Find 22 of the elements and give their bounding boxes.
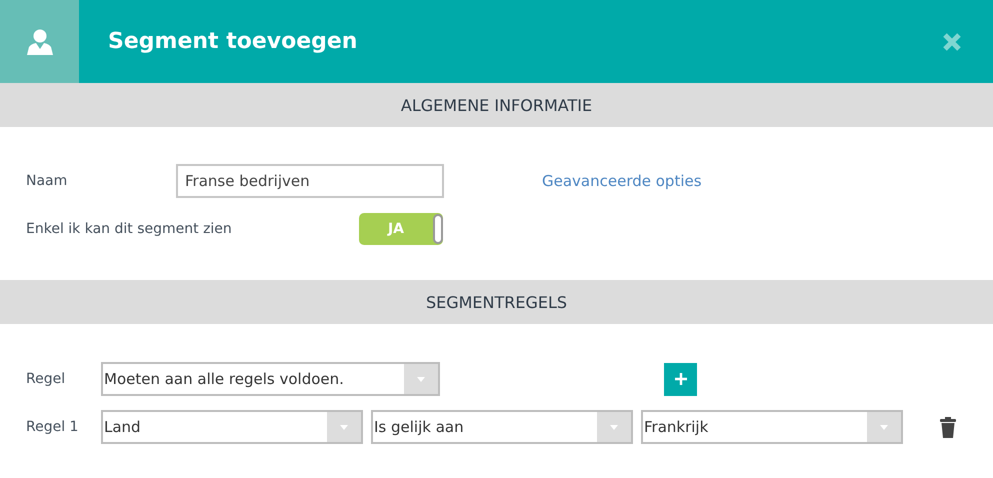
rule-label: Regel	[26, 371, 66, 387]
advanced-options-link[interactable]: Geavanceerde opties	[542, 172, 702, 190]
window-title: Segment toevoegen	[108, 29, 358, 54]
private-label: Enkel ik kan dit segment zien	[26, 221, 233, 237]
match-select[interactable]: Moeten aan alle regels voldoen.	[101, 362, 440, 396]
section-header: ALGEMENE INFORMATIE	[0, 83, 993, 127]
value-select[interactable]: Frankrijk	[641, 410, 903, 444]
name-input[interactable]: Franse bedrijven	[176, 164, 444, 198]
plus-icon	[674, 373, 686, 385]
section-header: SEGMENTREGELS	[0, 280, 993, 324]
field-select[interactable]: Land	[101, 410, 363, 444]
rule-label: Regel 1	[26, 419, 80, 435]
caret-icon	[340, 424, 348, 430]
operator-select[interactable]: Is gelijk aan	[371, 410, 633, 444]
caret-icon	[610, 424, 618, 430]
caret-icon	[417, 376, 425, 382]
close-icon[interactable]	[942, 32, 962, 52]
person-icon	[26, 28, 54, 54]
trash-icon[interactable]	[940, 416, 956, 438]
caret-icon	[880, 424, 888, 430]
name-label: Naam	[26, 173, 68, 189]
add-rule-button[interactable]	[664, 362, 697, 396]
